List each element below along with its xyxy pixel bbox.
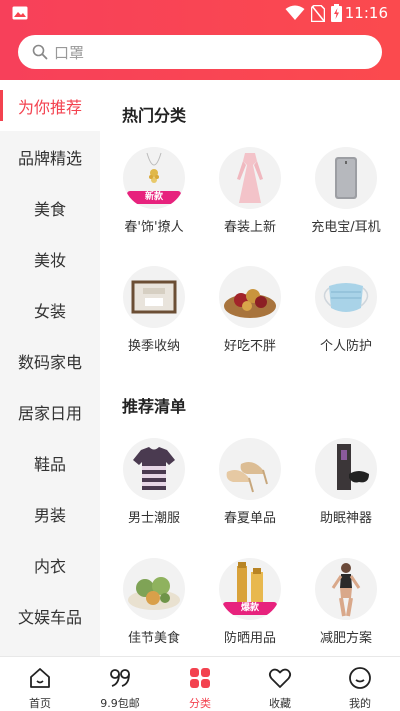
section-title-list: 推荐清单 xyxy=(122,397,187,416)
heels-icon xyxy=(226,462,268,493)
category-item[interactable]: 新款 春'饰'撩人 xyxy=(107,147,201,257)
sidebar-item-digital[interactable]: 数码家电 xyxy=(0,335,100,386)
sidebar-item-recommend[interactable]: 为你推荐 xyxy=(0,80,100,131)
hot-badge: 爆款 xyxy=(223,602,277,615)
sidebar-item-label: 鞋品 xyxy=(33,454,66,474)
nine-nine-icon xyxy=(110,669,130,687)
dried-fruit-icon xyxy=(224,289,276,318)
category-label: 男士潮服 xyxy=(127,511,180,526)
tab-label: 我的 xyxy=(349,697,371,710)
category-item[interactable]: 充电宝/耳机 xyxy=(299,147,393,257)
category-label: 减肥方案 xyxy=(319,631,372,646)
tab-label: 9.9包邮 xyxy=(100,697,140,710)
dress-icon xyxy=(237,153,263,203)
tab-label: 分类 xyxy=(189,697,211,710)
category-label: 春装上新 xyxy=(223,220,276,235)
category-label: 助眠神器 xyxy=(319,511,372,526)
sidebar-item-beauty[interactable]: 美妆 xyxy=(0,233,100,284)
category-item[interactable]: 助眠神器 xyxy=(299,438,393,548)
sleep-mask-icon xyxy=(337,444,369,490)
new-badge: 新款 xyxy=(127,191,181,204)
no-sim-icon xyxy=(311,4,325,22)
sidebar-item-food[interactable]: 美食 xyxy=(0,182,100,233)
sidebar-item-mens[interactable]: 男装 xyxy=(0,488,100,539)
sidebar-item-home[interactable]: 居家日用 xyxy=(0,386,100,437)
category-label: 充电宝/耳机 xyxy=(311,220,381,235)
category-label: 换季收纳 xyxy=(127,339,180,354)
power-bank-icon xyxy=(335,157,357,199)
sidebar-item-label: 居家日用 xyxy=(17,403,82,423)
category-content: 热门分类 新款 春'饰'撩人 春装上新 充电宝/耳机 换季收纳 好吃不胖 个人防… xyxy=(100,80,400,656)
section-title-hot: 热门分类 xyxy=(122,106,187,125)
bottom-tab-bar: 首页 9.9包邮 分类 收藏 我的 xyxy=(0,656,400,711)
sidebar-item-shoes[interactable]: 鞋品 xyxy=(0,437,100,488)
tab-label: 收藏 xyxy=(269,697,291,710)
tshirt-icon xyxy=(133,447,175,490)
profile-icon xyxy=(349,667,371,689)
tab-home[interactable]: 首页 xyxy=(0,657,80,711)
category-item[interactable]: 好吃不胖 xyxy=(203,266,297,376)
category-label: 春夏单品 xyxy=(223,511,276,526)
category-item[interactable]: 换季收纳 xyxy=(107,266,201,376)
sidebar-item-label: 女装 xyxy=(33,301,66,321)
search-icon xyxy=(32,44,48,60)
category-icon xyxy=(190,668,210,688)
category-label: 春'饰'撩人 xyxy=(124,220,184,235)
gallery-icon xyxy=(12,6,28,20)
dumplings-icon xyxy=(128,577,180,610)
wifi-icon xyxy=(285,5,305,20)
category-label: 佳节美食 xyxy=(127,631,180,646)
category-label: 好吃不胖 xyxy=(223,339,276,354)
tab-profile[interactable]: 我的 xyxy=(320,657,400,711)
status-bar: 11:16 xyxy=(0,0,400,28)
category-item[interactable]: 佳节美食 xyxy=(107,558,201,668)
tab-favorites[interactable]: 收藏 xyxy=(240,657,320,711)
home-icon xyxy=(30,668,50,688)
sidebar-item-brands[interactable]: 品牌精选 xyxy=(0,131,100,182)
category-item[interactable]: 减肥方案 xyxy=(299,558,393,668)
sidebar-item-entertainment[interactable]: 文娱车品 xyxy=(0,590,100,641)
sidebar-item-underwear[interactable]: 内衣 xyxy=(0,539,100,590)
header: 11:16 口罩 xyxy=(0,0,400,80)
face-mask-icon xyxy=(323,283,369,312)
sidebar-item-label: 内衣 xyxy=(33,556,66,576)
tab-label: 首页 xyxy=(29,697,51,710)
status-time: 11:16 xyxy=(344,4,388,22)
category-item[interactable]: 爆款 防晒用品 xyxy=(203,558,297,668)
category-item[interactable]: 春夏单品 xyxy=(203,438,297,548)
tab-category[interactable]: 分类 xyxy=(160,657,240,711)
category-sidebar: 为你推荐 品牌精选 美食 美妆 女装 数码家电 居家日用 鞋品 男装 内衣 文娱… xyxy=(0,80,100,656)
category-item[interactable]: 个人防护 xyxy=(299,266,393,376)
sidebar-item-label: 为你推荐 xyxy=(17,97,82,117)
sidebar-item-label: 品牌精选 xyxy=(17,148,82,168)
sidebar-item-womens[interactable]: 女装 xyxy=(0,284,100,335)
search-bar[interactable]: 口罩 xyxy=(18,35,382,69)
category-item[interactable]: 男士潮服 xyxy=(107,438,201,548)
fitness-woman-icon xyxy=(331,563,361,617)
search-placeholder: 口罩 xyxy=(54,43,85,62)
sidebar-item-label: 数码家电 xyxy=(17,352,82,372)
heart-icon xyxy=(268,668,292,688)
active-indicator xyxy=(0,90,3,121)
tab-free-shipping[interactable]: 9.9包邮 xyxy=(80,657,160,711)
storage-box-icon xyxy=(131,280,177,314)
category-item[interactable]: 春装上新 xyxy=(203,147,297,257)
sidebar-item-label: 美食 xyxy=(33,199,66,219)
sidebar-item-label: 文娱车品 xyxy=(17,607,82,627)
battery-icon xyxy=(331,4,342,22)
category-label: 个人防护 xyxy=(319,339,372,354)
sidebar-item-label: 男装 xyxy=(33,505,66,525)
category-label: 防晒用品 xyxy=(223,631,276,646)
sidebar-item-label: 美妆 xyxy=(33,250,66,270)
